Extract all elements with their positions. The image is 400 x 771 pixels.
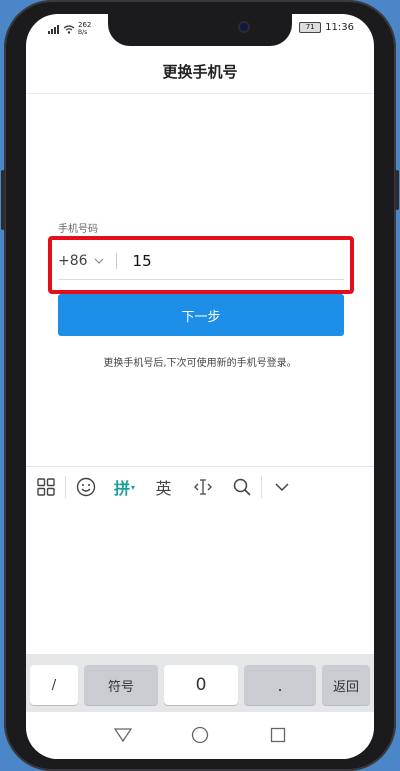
status-left: 262 B/s xyxy=(48,22,91,36)
status-right: 71 11:36 xyxy=(299,22,354,33)
change-phone-hint: 更换手机号后,下次可使用新的手机号登录。 xyxy=(103,358,297,369)
status-time: 11:36 xyxy=(325,22,354,33)
collapse-keyboard-icon[interactable] xyxy=(262,467,301,507)
grid-icon[interactable] xyxy=(26,467,65,507)
net-speed-unit: B/s xyxy=(78,29,88,36)
emoji-icon[interactable] xyxy=(66,467,105,507)
net-speed: 262 B/s xyxy=(78,21,92,37)
back-triangle-icon xyxy=(114,728,132,742)
wifi-icon xyxy=(63,24,75,34)
keyboard-bottom-row: / 符号 0 . 返回 xyxy=(26,654,374,712)
highlight-box xyxy=(48,236,354,294)
english-mode-button[interactable]: 英 xyxy=(144,467,183,507)
keyboard-candidate-area xyxy=(26,507,374,653)
collapse-keyboard-glyph xyxy=(274,483,289,492)
signal-icon xyxy=(48,24,59,34)
power-button xyxy=(395,170,399,210)
search-icon-glyph xyxy=(233,478,251,496)
home-circle-icon xyxy=(191,726,209,744)
notch xyxy=(108,14,292,46)
battery-icon: 71 xyxy=(299,22,322,33)
system-navigation-bar xyxy=(26,712,374,759)
screen: 262 B/s 71 11:36 更换手机号 手机号码 +86 下一步 更换手机… xyxy=(26,14,374,759)
recents-nav-icon[interactable] xyxy=(267,724,289,746)
net-speed-value: 262 xyxy=(78,21,92,29)
pinyin-dropdown-icon: ▾ xyxy=(131,482,136,492)
phone-number-label: 手机号码 xyxy=(58,224,98,235)
symbols-key[interactable]: 符号 xyxy=(84,665,158,705)
pinyin-mode-button[interactable]: 拼 ▾ xyxy=(105,467,144,507)
home-nav-icon[interactable] xyxy=(189,724,211,746)
back-key[interactable]: 返回 xyxy=(322,665,370,705)
cursor-icon-glyph xyxy=(193,479,212,495)
cursor-icon[interactable] xyxy=(183,467,222,507)
next-step-button[interactable]: 下一步 xyxy=(58,294,344,336)
volume-button xyxy=(1,170,5,230)
slash-key[interactable]: / xyxy=(30,665,78,705)
back-nav-icon[interactable] xyxy=(112,724,134,746)
zero-key[interactable]: 0 xyxy=(164,665,238,705)
pinyin-label: 拼 xyxy=(113,479,130,498)
emoji-icon-glyph xyxy=(76,477,95,497)
english-label: 英 xyxy=(155,479,172,498)
dot-key[interactable]: . xyxy=(244,665,316,705)
recents-square-icon xyxy=(270,727,286,743)
grid-icon-glyph xyxy=(36,478,55,496)
ime-toolbar: 拼 ▾ 英 xyxy=(26,466,374,508)
search-icon[interactable] xyxy=(222,467,261,507)
front-camera xyxy=(240,23,248,31)
page-title: 更换手机号 xyxy=(162,63,238,81)
title-divider xyxy=(26,93,374,94)
